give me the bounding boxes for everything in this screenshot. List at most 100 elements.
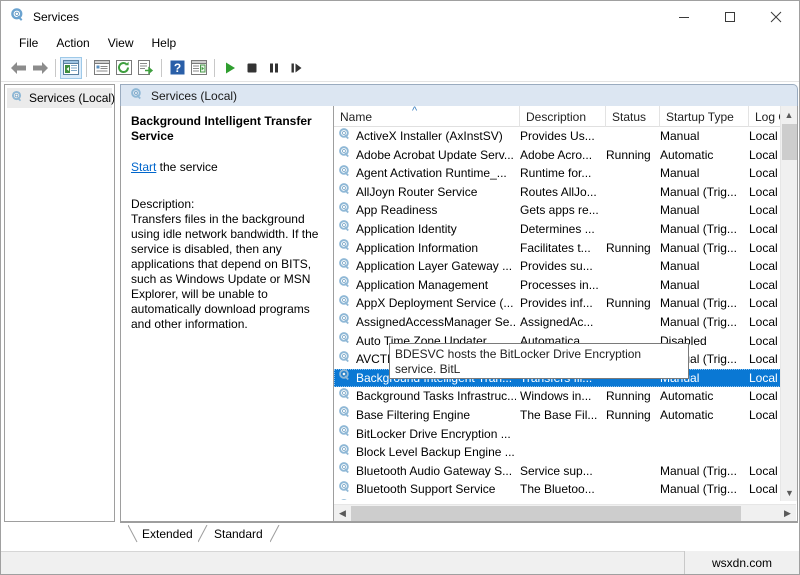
table-row[interactable]: Application Information Facilitates t... R… [334, 239, 781, 258]
table-row[interactable]: AllJoyn Router ServiceRoutes AllJo...Man… [334, 183, 781, 202]
tree-item-label: Services (Local) [29, 91, 115, 105]
table-row[interactable]: App ReadinessGets apps re...ManualLocal … [334, 201, 781, 220]
show-hide-console-tree-icon[interactable] [60, 57, 82, 79]
table-row[interactable]: Block Level Backup Engine ... [334, 443, 781, 462]
table-row[interactable]: Background Tasks Infrastruc...Windows in… [334, 387, 781, 406]
cell-name-label: Bluetooth Audio Gateway S... [356, 462, 512, 481]
column-header-log-on[interactable]: Log On [749, 106, 781, 127]
start-service-link[interactable]: Start [131, 160, 156, 174]
forward-arrow-icon[interactable] [29, 57, 51, 79]
service-gear-icon [338, 239, 352, 258]
table-row[interactable]: Application IdentityDetermines ...Manual… [334, 220, 781, 239]
table-row[interactable]: Application ManagementProcesses in...Man… [334, 276, 781, 295]
show-action-pane-icon[interactable] [188, 57, 210, 79]
service-gear-icon [338, 313, 352, 332]
table-row[interactable]: Bluetooth User Support Ser...The Bluetoo… [334, 499, 781, 500]
column-header-startup-type-label: Startup Type [666, 110, 734, 124]
pause-service-icon[interactable] [263, 57, 285, 79]
window-controls [661, 1, 799, 32]
properties-icon[interactable] [91, 57, 113, 79]
service-gear-icon [338, 146, 352, 165]
horizontal-scrollbar-track[interactable] [351, 505, 779, 522]
scroll-right-arrow-icon[interactable]: ▶ [779, 505, 796, 522]
service-gear-icon [338, 406, 352, 425]
watermark-text: wsxdn.com [712, 556, 772, 570]
cell-status [606, 499, 658, 500]
cell-log-on: Local Sy [749, 146, 781, 165]
table-row[interactable]: Base Filtering EngineThe Base Fil...Runn… [334, 406, 781, 425]
help-icon[interactable]: ? [166, 57, 188, 79]
list-horizontal-scrollbar[interactable]: ◀ ▶ [334, 504, 796, 521]
cell-description: Facilitates t... [520, 239, 598, 258]
cell-name: Bluetooth Support Service [338, 480, 516, 499]
cell-name-label: Base Filtering Engine [356, 406, 470, 425]
scroll-up-arrow-icon[interactable]: ▲ [781, 106, 797, 123]
tree-item-services-local[interactable]: Services (Local) [7, 88, 112, 108]
table-row[interactable]: Adobe Acrobat Update Serv...Adobe Acro..… [334, 146, 781, 165]
table-row[interactable]: Agent Activation Runtime_...Runtime for.… [334, 164, 781, 183]
column-header-description[interactable]: Description [520, 106, 606, 127]
horizontal-scrollbar-thumb[interactable] [351, 506, 741, 521]
refresh-icon[interactable] [113, 57, 135, 79]
table-row[interactable]: Bluetooth Support ServiceThe Bluetoo...M… [334, 480, 781, 499]
service-gear-icon [338, 480, 352, 499]
cell-name-label: Block Level Backup Engine ... [356, 443, 515, 462]
close-button[interactable] [753, 1, 799, 32]
cell-description [520, 443, 598, 462]
scroll-down-arrow-icon[interactable]: ▼ [781, 484, 798, 501]
results-pane-header: Services (Local) [120, 84, 798, 106]
cell-status: Running [606, 239, 658, 258]
table-row[interactable]: AssignedAccessManager Se...AssignedAc...… [334, 313, 781, 332]
scroll-left-arrow-icon[interactable]: ◀ [334, 505, 351, 522]
toolbar-separator [55, 59, 56, 77]
menu-file[interactable]: File [10, 34, 47, 52]
cell-description: Provides su... [520, 257, 598, 276]
table-row[interactable]: Bluetooth Audio Gateway S...Service sup.… [334, 462, 781, 481]
cell-name: AllJoyn Router Service [338, 183, 516, 202]
table-row[interactable]: AppX Deployment Service (...Provides inf… [334, 294, 781, 313]
minimize-button[interactable] [661, 1, 707, 32]
column-header-status[interactable]: Status [606, 106, 660, 127]
cell-log-on: Local Se [749, 462, 781, 481]
restart-service-icon[interactable] [285, 57, 307, 79]
cell-name-label: Adobe Acrobat Update Serv... [356, 146, 514, 165]
cell-name: AppX Deployment Service (... [338, 294, 516, 313]
back-arrow-icon[interactable] [7, 57, 29, 79]
table-row[interactable]: ActiveX Installer (AxInstSV)Provides Us.… [334, 127, 781, 146]
export-list-icon[interactable] [135, 57, 157, 79]
cell-name: Application Layer Gateway ... [338, 257, 516, 276]
stop-service-icon[interactable] [241, 57, 263, 79]
service-gear-icon [338, 183, 352, 202]
column-header-description-label: Description [526, 110, 586, 124]
service-details-panel: Background Intelligent Transfer Service … [120, 106, 334, 522]
table-row[interactable]: BitLocker Drive Encryption ... [334, 425, 781, 444]
cell-name: Adobe Acrobat Update Serv... [338, 146, 516, 165]
tab-extended[interactable]: Extended [136, 524, 199, 544]
cell-name: ActiveX Installer (AxInstSV) [338, 127, 516, 146]
column-header-startup-type[interactable]: Startup Type [660, 106, 749, 127]
toolbar-separator [161, 59, 162, 77]
start-service-icon[interactable] [219, 57, 241, 79]
service-gear-icon [338, 332, 352, 351]
cell-name-label: Application Information [356, 239, 478, 258]
list-vertical-scrollbar[interactable]: ▲ ▼ [780, 106, 797, 501]
tab-standard[interactable]: Standard [208, 524, 269, 545]
service-gear-icon [338, 201, 352, 220]
menu-help[interactable]: Help [143, 34, 186, 52]
cell-name-label: Application Layer Gateway ... [356, 257, 512, 276]
cell-startup-type: Manual (Trig... [660, 313, 745, 332]
cell-description [520, 425, 598, 444]
cell-description: Provides Us... [520, 127, 598, 146]
tab-slash-right [270, 525, 280, 543]
maximize-button[interactable] [707, 1, 753, 32]
cell-log-on [749, 443, 781, 462]
cell-name-label: Application Identity [356, 220, 457, 239]
menu-action[interactable]: Action [47, 34, 98, 52]
service-gear-icon [338, 220, 352, 239]
vertical-scrollbar-thumb[interactable] [782, 124, 797, 160]
service-gear-icon [338, 387, 352, 406]
column-header-name[interactable]: Name ^ [334, 106, 520, 127]
menu-view[interactable]: View [99, 34, 143, 52]
table-row[interactable]: Application Layer Gateway ... Provides su… [334, 257, 781, 276]
cell-log-on [749, 425, 781, 444]
